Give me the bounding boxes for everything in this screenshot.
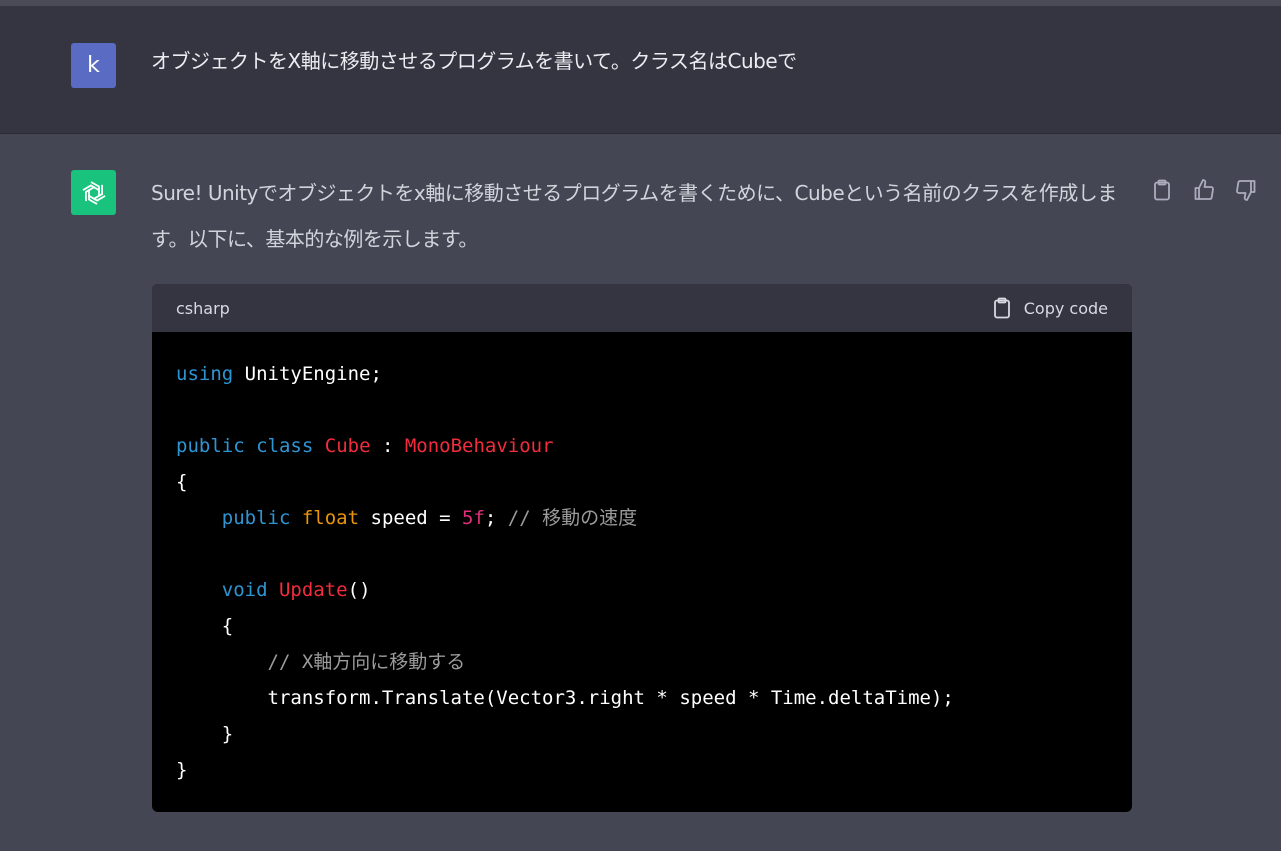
clipboard-icon	[993, 297, 1010, 319]
code-line: public float speed = 5f; // 移動の速度	[176, 500, 1108, 536]
code-token: {	[176, 471, 188, 493]
assistant-message-row: Sure! Unityでオブジェクトをx軸に移動させるプログラムを書くために、C…	[0, 134, 1281, 851]
code-line: transform.Translate(Vector3.right * spee…	[176, 680, 1108, 716]
code-line: public class Cube : MonoBehaviour	[176, 428, 1108, 464]
chat-page: k オブジェクトをX軸に移動させるプログラムを書いて。クラス名はCubeで Su…	[0, 0, 1281, 851]
code-token: using	[176, 363, 234, 385]
code-token: transform.Translate(Vector3.right * spee…	[176, 687, 954, 709]
copy-code-button[interactable]: Copy code	[992, 297, 1108, 319]
code-line: void Update()	[176, 572, 1108, 608]
code-line: {	[176, 608, 1108, 644]
code-line: }	[176, 752, 1108, 788]
code-token: 5f	[462, 507, 485, 529]
code-token: Cube	[324, 435, 371, 457]
code-token: :	[370, 435, 405, 457]
message-actions	[1148, 176, 1259, 203]
code-language-label: csharp	[176, 298, 230, 318]
user-avatar: k	[71, 43, 116, 88]
code-token: }	[176, 759, 188, 781]
code-token: public	[176, 435, 245, 457]
code-token: MonoBehaviour	[404, 435, 554, 457]
user-message-text: オブジェクトをX軸に移動させるプログラムを書いて。クラス名はCubeで	[151, 49, 797, 73]
code-block-header: csharp Copy code	[152, 284, 1132, 332]
code-line: using UnityEngine;	[176, 356, 1108, 392]
code-line: }	[176, 716, 1108, 752]
code-line: // X軸方向に移動する	[176, 644, 1108, 680]
thumbs-down-icon[interactable]	[1232, 176, 1259, 203]
clipboard-icon[interactable]	[1148, 176, 1175, 203]
code-token: void	[221, 579, 268, 601]
code-token: {	[176, 615, 234, 637]
code-token: // X軸方向に移動する	[267, 651, 466, 673]
code-token: UnityEngine;	[233, 363, 382, 385]
code-token: }	[176, 723, 234, 745]
code-token: speed =	[359, 507, 463, 529]
openai-logo-icon	[71, 170, 116, 215]
code-token: // 移動の速度	[507, 507, 638, 529]
code-token: class	[256, 435, 314, 457]
code-token: public	[221, 507, 291, 529]
user-message-row: k オブジェクトをX軸に移動させるプログラムを書いて。クラス名はCubeで	[0, 6, 1281, 134]
code-token: Update	[278, 579, 348, 601]
code-token: ()	[347, 579, 371, 601]
code-token: float	[301, 507, 360, 529]
code-block: csharp Copy code using UnityEngine; publi…	[152, 284, 1132, 812]
code-content: using UnityEngine; public class Cube : Mo…	[152, 332, 1132, 788]
code-line: {	[176, 464, 1108, 500]
code-token: ;	[484, 507, 508, 529]
assistant-message-text: Sure! Unityでオブジェクトをx軸に移動させるプログラムを書くために、C…	[151, 181, 1117, 251]
thumbs-up-icon[interactable]	[1190, 176, 1217, 203]
copy-code-label: Copy code	[1023, 298, 1108, 318]
